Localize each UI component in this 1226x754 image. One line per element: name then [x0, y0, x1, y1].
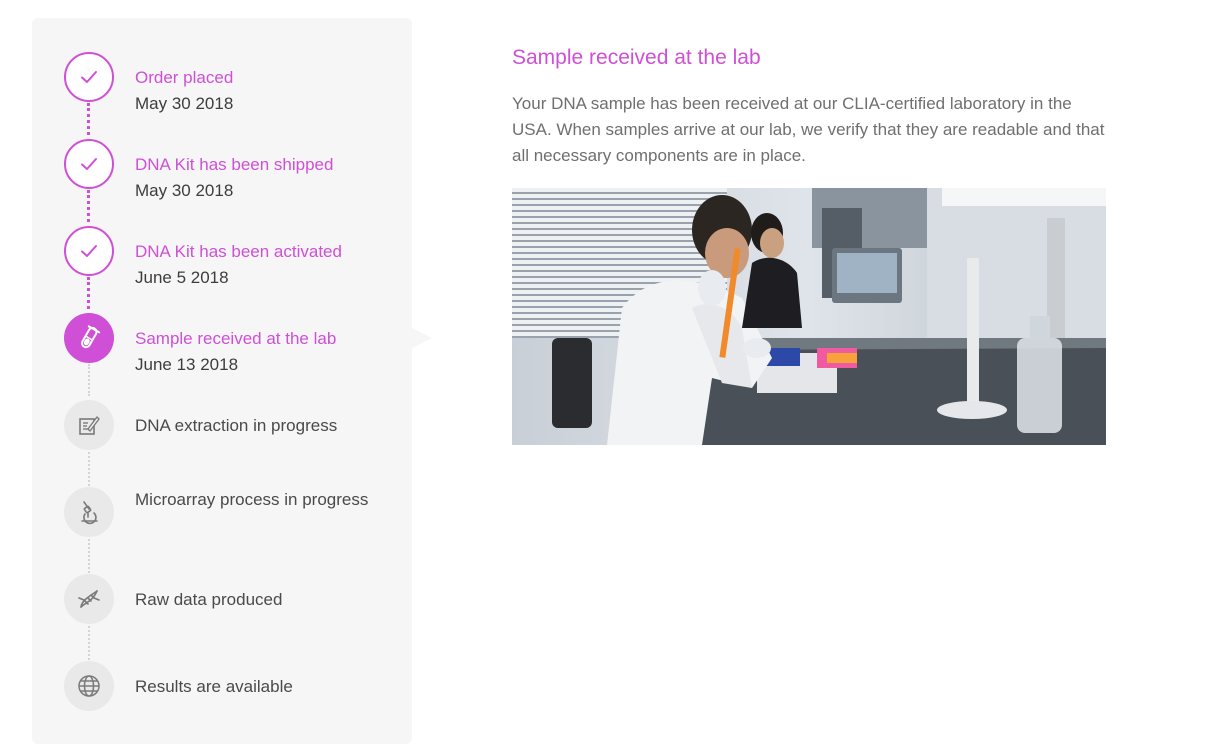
detail-title: Sample received at the lab	[512, 46, 761, 69]
detail-description: Your DNA sample has been received at our…	[512, 94, 1105, 165]
timeline-connector	[88, 452, 90, 486]
current-step-pointer	[412, 328, 432, 348]
check-icon	[64, 226, 114, 276]
lab-photo	[512, 188, 1106, 445]
step-title: DNA extraction in progress	[135, 416, 338, 435]
globe-icon	[64, 661, 114, 711]
step-title: DNA Kit has been activated	[135, 242, 342, 261]
step-title: Results are available	[135, 677, 293, 696]
step-date: June 5 2018	[135, 268, 229, 287]
timeline-connector	[87, 190, 90, 222]
timeline-connector	[88, 626, 90, 660]
timeline-connector	[88, 539, 90, 573]
step-title: Order placed	[135, 68, 234, 87]
check-icon	[64, 52, 114, 102]
check-icon	[64, 139, 114, 189]
dna-helix-icon	[64, 574, 114, 624]
timeline-connector	[87, 103, 90, 135]
step-date: May 30 2018	[135, 181, 234, 200]
edit-document-icon	[64, 400, 114, 450]
step-title: Microarray process in progress	[135, 490, 369, 509]
timeline-connector	[87, 277, 90, 309]
step-date: June 13 2018	[135, 355, 239, 374]
step-title: DNA Kit has been shipped	[135, 155, 334, 174]
step-title: Raw data produced	[135, 590, 283, 609]
step-title: Sample received at the lab	[135, 329, 337, 348]
microscope-icon	[64, 487, 114, 537]
test-tube-icon	[64, 313, 114, 363]
timeline-connector	[88, 364, 90, 396]
step-date: May 30 2018	[135, 94, 234, 113]
